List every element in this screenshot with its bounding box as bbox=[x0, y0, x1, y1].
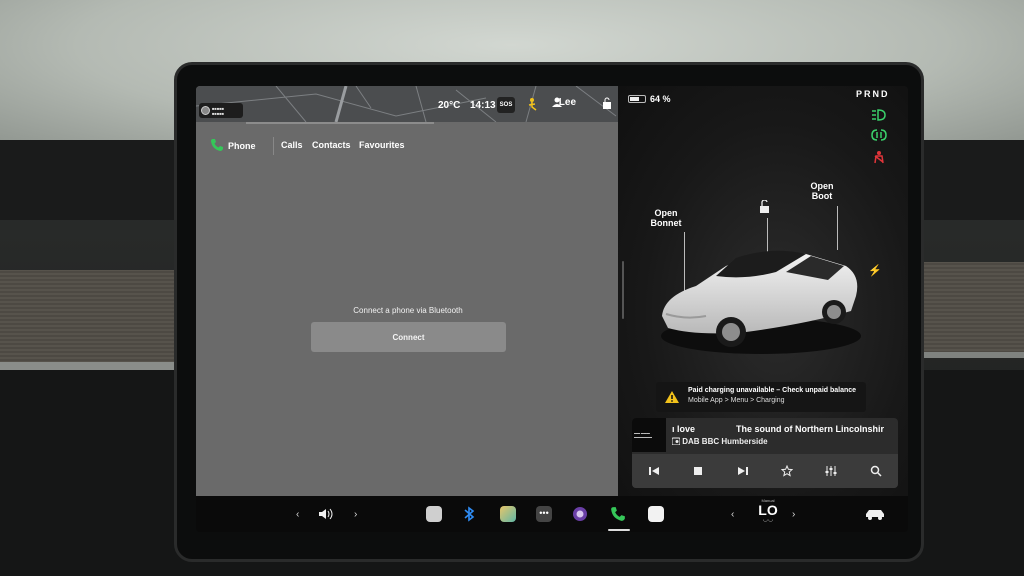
phone-header: Phone Calls Contacts Favourites bbox=[196, 134, 618, 158]
phone-app-icon[interactable] bbox=[610, 504, 626, 524]
phone-icon bbox=[210, 138, 224, 152]
camera-app-icon[interactable] bbox=[572, 504, 588, 524]
station-label: DAB BBC Humberside bbox=[682, 437, 768, 446]
open-boot-button[interactable]: Open Boot bbox=[802, 181, 842, 201]
equalizer-icon bbox=[825, 466, 837, 476]
climate-down-button[interactable]: ‹ bbox=[731, 504, 734, 524]
alert-title: Paid charging unavailable – Check unpaid… bbox=[688, 387, 857, 394]
wood-trim-right bbox=[915, 262, 1024, 357]
climate-temperature: LO bbox=[758, 502, 778, 518]
active-app-indicator bbox=[608, 529, 630, 531]
toybox-app-icon[interactable] bbox=[500, 504, 516, 524]
fog-lights-icon bbox=[870, 128, 888, 142]
favourite-button[interactable] bbox=[777, 461, 797, 481]
station-artwork: ▬▬ ▬▬▬ ▬▬▬▬▬▬ bbox=[632, 418, 666, 452]
stop-button[interactable] bbox=[688, 461, 708, 481]
radio-icon bbox=[671, 437, 681, 447]
tab-contacts[interactable]: Contacts bbox=[312, 140, 351, 150]
touchscreen: ■■■■■ ■■■■■ 20°C 14:13 SOS Lee Phone Cal… bbox=[196, 86, 908, 532]
previous-icon bbox=[649, 467, 660, 475]
sos-button[interactable]: SOS bbox=[497, 97, 515, 113]
stop-icon bbox=[694, 467, 703, 475]
phone-app-title: Phone bbox=[228, 141, 256, 151]
warning-icon bbox=[664, 390, 680, 409]
chrome-trim-right bbox=[915, 352, 1024, 358]
next-button[interactable] bbox=[733, 461, 753, 481]
volume-down-button[interactable]: ‹ bbox=[296, 504, 299, 524]
car-render bbox=[661, 250, 861, 354]
connect-button[interactable]: Connect bbox=[311, 322, 506, 352]
unlock-icon[interactable] bbox=[757, 199, 771, 219]
gear-selector[interactable]: PRND bbox=[856, 89, 890, 99]
volume-icon[interactable] bbox=[318, 504, 336, 524]
star-icon bbox=[781, 465, 794, 477]
pane-resize-handle[interactable] bbox=[622, 261, 624, 319]
now-playing-text: The sound of Northern Lincolnshir bbox=[736, 424, 884, 434]
temperature-readout: 20°C bbox=[438, 100, 461, 111]
bluetooth-app-icon[interactable] bbox=[462, 504, 476, 524]
charge-port-icon[interactable]: ⚡ bbox=[868, 264, 882, 277]
battery-icon bbox=[628, 95, 646, 103]
now-playing-fragment: ı love bbox=[672, 424, 696, 434]
station-name: DAB BBC Humberside bbox=[671, 437, 768, 447]
media-controls bbox=[632, 454, 898, 488]
header-divider bbox=[273, 137, 274, 155]
tab-favourites[interactable]: Favourites bbox=[359, 140, 405, 150]
vehicle-status-badge[interactable]: ■■■■■ ■■■■■ bbox=[199, 103, 243, 118]
calendar-app-icon[interactable] bbox=[648, 504, 664, 524]
headlights-icon bbox=[870, 108, 888, 122]
more-apps-icon[interactable]: ••• bbox=[536, 504, 552, 524]
clock: 14:13 bbox=[470, 100, 496, 111]
chrome-trim-left bbox=[0, 362, 180, 370]
volume-up-button[interactable]: › bbox=[354, 504, 357, 524]
tab-calls[interactable]: Calls bbox=[281, 140, 303, 150]
car-controls-icon[interactable] bbox=[864, 504, 886, 524]
battery-percentage: 64 % bbox=[650, 94, 671, 104]
next-icon bbox=[737, 467, 748, 475]
phone-app-pane: ■■■■■ ■■■■■ 20°C 14:13 SOS Lee Phone Cal… bbox=[196, 86, 618, 496]
climate-control[interactable]: Manual LO ◡◡ bbox=[754, 496, 782, 523]
open-bonnet-label: Open Bonnet bbox=[650, 208, 682, 228]
search-icon bbox=[870, 465, 882, 477]
scroll-indicator bbox=[246, 122, 434, 124]
previous-button[interactable] bbox=[644, 461, 664, 481]
open-bonnet-button[interactable]: Open Bonnet bbox=[646, 208, 686, 228]
wood-trim-left bbox=[0, 270, 180, 365]
search-button[interactable] bbox=[866, 461, 886, 481]
alert-subtitle: Mobile App > Menu > Charging bbox=[688, 397, 785, 404]
charging-alert[interactable]: Paid charging unavailable – Check unpaid… bbox=[656, 382, 866, 412]
seatbelt-warning-icon bbox=[870, 150, 888, 164]
bluetooth-message: Connect a phone via Bluetooth bbox=[353, 306, 463, 315]
dashcam-app-icon[interactable] bbox=[426, 504, 442, 524]
bottom-dock: ‹ › ••• ‹ Manual LO ◡◡ › bbox=[196, 496, 908, 532]
equalizer-button[interactable] bbox=[821, 461, 841, 481]
climate-up-button[interactable]: › bbox=[792, 504, 795, 524]
open-boot-label: Open Boot bbox=[810, 181, 834, 201]
media-player[interactable]: ▬▬ ▬▬▬ ▬▬▬▬▬▬ ı love The sound of Norther… bbox=[632, 418, 898, 488]
map-strip[interactable]: ■■■■■ ■■■■■ 20°C 14:13 SOS Lee bbox=[196, 86, 618, 122]
user-profile[interactable]: Lee bbox=[552, 97, 576, 108]
